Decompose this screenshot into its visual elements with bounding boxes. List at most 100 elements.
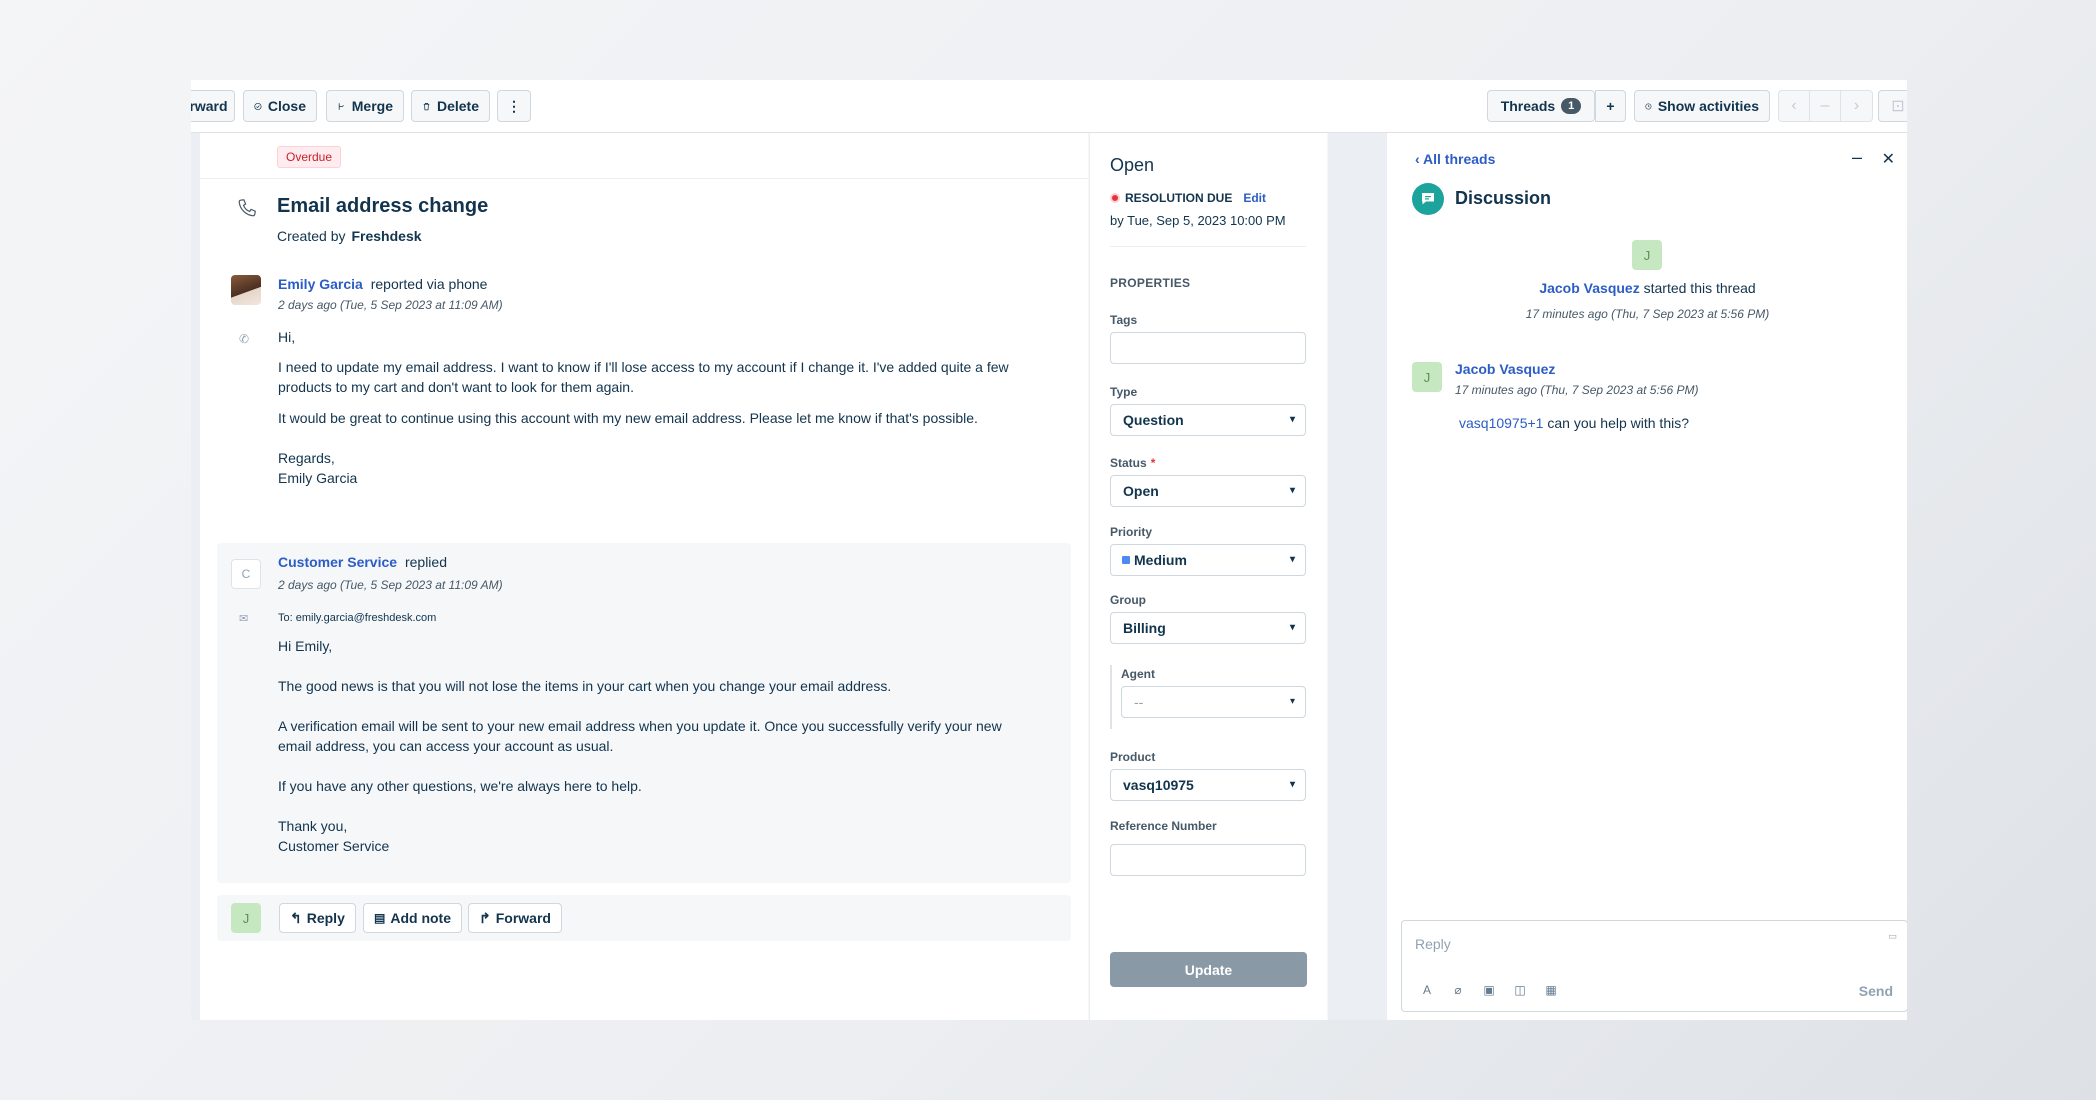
ticket-list-icon[interactable]: – xyxy=(1810,91,1841,121)
expand-editor-icon[interactable]: ▭ xyxy=(1888,931,1897,942)
overdue-badge: Overdue xyxy=(277,146,342,168)
merge-button[interactable]: Merge xyxy=(326,90,404,122)
delete-button-label: Delete xyxy=(436,98,479,114)
more-options-button[interactable]: ⋮ xyxy=(497,90,531,122)
priority-select[interactable]: Medium ▾ xyxy=(1110,544,1306,576)
ticket-navigation: ‹ – › xyxy=(1778,90,1873,122)
trash-icon xyxy=(423,102,430,110)
resolution-due-date: by Tue, Sep 5, 2023 10:00 PM xyxy=(1110,213,1286,228)
group-label: Group xyxy=(1110,593,1146,607)
requester-avatar[interactable] xyxy=(231,275,261,305)
threads-button-label: Threads xyxy=(1500,98,1556,114)
reference-number-input[interactable] xyxy=(1110,844,1306,876)
requester-action: reported via phone xyxy=(370,276,488,292)
reply-message-line: If you have any other questions, we're a… xyxy=(278,778,642,794)
chevron-down-icon: ▾ xyxy=(1289,696,1295,707)
phone-icon xyxy=(238,199,256,217)
chevron-down-icon: ▾ xyxy=(1289,485,1295,496)
header-divider xyxy=(200,178,1088,179)
add-thread-button[interactable]: + xyxy=(1595,90,1626,122)
message-author-avatar: J xyxy=(1412,362,1442,392)
add-note-button-label: Add note xyxy=(390,910,451,926)
text-format-icon[interactable]: A xyxy=(1418,981,1436,999)
message-author-link[interactable]: Jacob Vasquez xyxy=(1455,361,1555,377)
forward-arrow-icon: ↱ xyxy=(479,909,491,926)
tags-input[interactable] xyxy=(1110,332,1306,364)
forward-button[interactable]: rward xyxy=(191,90,235,122)
forward-button-label: rward xyxy=(191,98,228,114)
edit-due-link[interactable]: Edit xyxy=(1243,191,1266,205)
panel-icon: ⊡ xyxy=(1891,98,1905,115)
canned-response-icon[interactable]: ▦ xyxy=(1542,981,1560,999)
reply-author-link[interactable]: Customer Service xyxy=(278,554,397,570)
reply-timestamp: 2 days ago (Tue, 5 Sep 2023 at 11:09 AM) xyxy=(278,578,503,592)
agent-select[interactable]: -- ▾ xyxy=(1121,686,1306,718)
requester-message-line: Emily Garcia xyxy=(278,470,358,486)
product-select[interactable]: vasq10975 ▾ xyxy=(1110,769,1306,801)
type-select[interactable]: Question ▾ xyxy=(1110,404,1306,436)
reply-placeholder: Reply xyxy=(1415,936,1451,952)
agent-label: Agent xyxy=(1121,667,1155,681)
message-time: 17 minutes ago (Thu, 7 Sep 2023 at 5:56 … xyxy=(1455,383,1699,397)
insert-image-icon[interactable]: ▣ xyxy=(1480,981,1498,999)
close-button[interactable]: Close xyxy=(243,90,317,122)
message-text: can you help with this? xyxy=(1547,415,1689,431)
resolution-due: RESOLUTION DUE Edit xyxy=(1110,191,1266,205)
previous-ticket-icon[interactable]: ‹ xyxy=(1779,91,1810,121)
show-activities-button[interactable]: Show activities xyxy=(1634,90,1770,122)
status-select[interactable]: Open ▾ xyxy=(1110,475,1306,507)
reply-button-label: Reply xyxy=(306,910,345,926)
priority-color-swatch xyxy=(1122,556,1130,564)
close-icon[interactable]: ✕ xyxy=(1882,149,1895,169)
agent-reply: C Customer Service replied 2 days ago (T… xyxy=(217,543,1071,883)
thread-started-line: Jacob Vasquez started this thread xyxy=(1387,280,1907,296)
product-value: vasq10975 xyxy=(1123,777,1194,793)
minimize-icon[interactable]: – xyxy=(1852,147,1862,168)
chevron-down-icon: ▾ xyxy=(1289,554,1295,565)
current-agent-avatar: J xyxy=(231,903,261,933)
thread-title: Discussion xyxy=(1455,188,1552,208)
knowledge-base-icon[interactable]: ◫ xyxy=(1511,981,1529,999)
requester-name-link[interactable]: Emily Garcia xyxy=(278,276,363,292)
requester-message-line: Hi, xyxy=(278,329,296,345)
chevron-down-icon: ▾ xyxy=(1289,622,1295,633)
reply-message-line: Customer Service xyxy=(278,838,390,854)
plus-icon: + xyxy=(1606,98,1615,114)
reply-button[interactable]: ↰ Reply xyxy=(279,903,356,933)
reply-message-line: Hi Emily, xyxy=(278,638,333,654)
thread-starter-link[interactable]: Jacob Vasquez xyxy=(1539,280,1639,296)
discussion-icon xyxy=(1412,183,1444,215)
mention-link[interactable]: vasq10975+1 xyxy=(1459,415,1543,431)
editor-toolbar: A ⌀ ▣ ◫ ▦ xyxy=(1418,981,1560,999)
update-button[interactable]: Update xyxy=(1110,952,1307,987)
group-select[interactable]: Billing ▾ xyxy=(1110,612,1306,644)
agent-indent-line xyxy=(1110,665,1112,729)
envelope-icon: ✉ xyxy=(239,613,249,625)
send-button[interactable]: Send xyxy=(1859,983,1893,999)
add-note-button[interactable]: ▤ Add note xyxy=(363,903,462,933)
ticket-properties-panel: Open RESOLUTION DUE Edit by Tue, Sep 5, … xyxy=(1089,133,1327,1020)
next-ticket-icon[interactable]: › xyxy=(1841,91,1872,121)
reply-message-line: The good news is that you will not lose … xyxy=(278,678,892,694)
properties-divider xyxy=(1110,246,1306,247)
close-button-label: Close xyxy=(267,98,306,114)
threads-button[interactable]: Threads 1 xyxy=(1487,90,1595,122)
all-threads-link[interactable]: ‹ All threads xyxy=(1415,151,1495,167)
created-by-prefix: Created by xyxy=(277,228,346,244)
collapse-panel-button[interactable]: ⊡ xyxy=(1878,90,1907,122)
priority-label: Priority xyxy=(1110,525,1153,539)
delete-button[interactable]: Delete xyxy=(411,90,490,122)
merge-button-label: Merge xyxy=(351,98,393,114)
message-body: vasq10975+1 can you help with this? xyxy=(1459,415,1689,431)
forward-reply-button[interactable]: ↱ Forward xyxy=(468,903,562,933)
panel-gutter xyxy=(1328,133,1386,1020)
reply-message-line: Thank you, xyxy=(278,818,348,834)
ticket-window: rward Close Merge Delete ⋮ Threads 1 + S… xyxy=(191,80,1907,1020)
product-label: Product xyxy=(1110,750,1156,764)
forward-reply-button-label: Forward xyxy=(495,910,551,926)
reply-author-line: Customer Service replied xyxy=(278,554,447,570)
thread-reply-editor[interactable]: Reply ▭ A ⌀ ▣ ◫ ▦ Send xyxy=(1401,920,1907,1012)
thread-started-text: started this thread xyxy=(1643,280,1756,296)
threads-count-badge: 1 xyxy=(1561,98,1582,114)
attachment-icon[interactable]: ⌀ xyxy=(1449,981,1467,999)
